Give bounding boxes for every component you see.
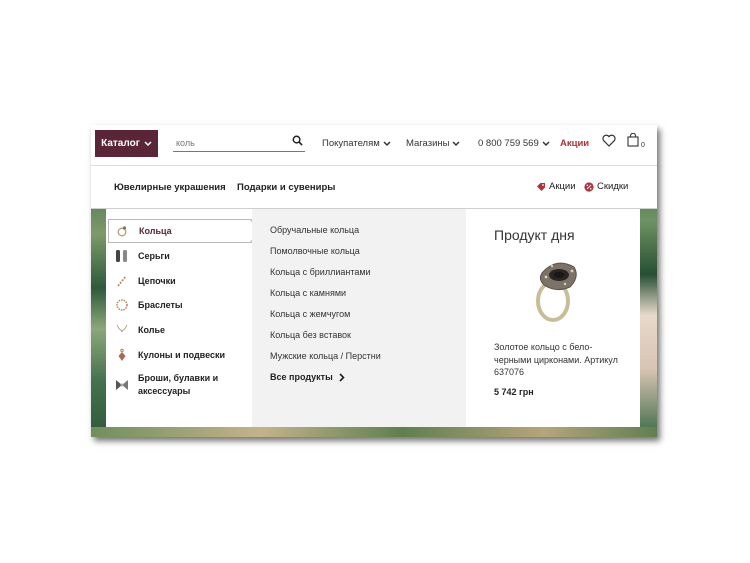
subcategory-link[interactable]: Кольца с жемчугом [270,309,350,319]
discounts-link[interactable]: Скидки [584,181,628,192]
category-item-chains[interactable]: Цепочки [108,270,251,292]
product-of-day-title: Продукт дня [494,227,575,243]
product-description: Золотое кольцо с бело-черными цирконами.… [494,342,618,377]
nav-promo[interactable]: Акции [560,138,589,149]
percent-badge-icon [584,181,594,192]
all-products-label: Все продукты [270,372,333,382]
catalog-button[interactable]: Каталог [95,130,158,157]
chevron-down-icon [383,140,391,146]
nav-buyers-label: Покупателям [322,138,380,149]
subcategory-link[interactable]: Обручальные кольца [270,225,359,235]
catalog-label: Каталог [101,138,140,149]
subcategory-link[interactable]: Кольца без вставок [270,330,351,340]
promotions-link[interactable]: Акции [536,181,576,192]
category-label: Кольца [139,225,172,236]
category-item-earrings[interactable]: Серьги [108,245,251,267]
discounts-label: Скидки [597,181,629,192]
nav-promo-label: Акции [560,138,590,149]
category-label: Броши, булавки и аксессуары [138,373,219,396]
earrings-icon [113,248,131,264]
subcategory-link[interactable]: Кольца с камнями [270,288,346,298]
search-box [173,133,305,152]
chain-icon [113,274,131,288]
nav-phone-label: 0 800 759 569 [478,138,539,149]
subcategory-link[interactable]: Помолвочные кольца [270,246,360,256]
nav-stores[interactable]: Магазины [406,138,461,149]
category-jewelry[interactable]: Ювелирные украшения [114,182,226,193]
category-label: Цепочки [138,275,176,286]
subcategory-link[interactable]: Кольца с бриллиантами [270,267,371,277]
promotions-label: Акции [549,181,576,192]
category-item-necklaces[interactable]: Колье [108,319,251,341]
category-item-rings[interactable]: Кольца [108,219,253,243]
product-ring-image[interactable] [534,253,580,325]
product-of-day-panel: Продукт дня Золотое кольцо с бело-черным… [466,209,640,427]
cart-count: 0 [641,142,645,149]
category-label: Колье [138,324,166,335]
category-label: Серьги [138,250,170,261]
pendant-icon [113,348,131,362]
search-input[interactable] [173,136,286,148]
category-label: Кулоны и подвески [138,349,226,360]
top-bar: Каталог Покупателям Магазины 0 800 759 5… [91,125,657,166]
necklace-icon [113,323,131,337]
category-gifts[interactable]: Подарки и сувениры [237,182,335,193]
nav-phone[interactable]: 0 800 759 569 [478,138,550,149]
category-item-brooches[interactable]: Броши, булавки и аксессуары [108,369,251,401]
heart-icon[interactable] [602,134,616,147]
category-label: Браслеты [138,299,183,310]
chevron-down-icon [144,140,152,146]
screenshot-frame: Каталог Покупателям Магазины 0 800 759 5… [91,125,657,437]
chevron-down-icon [452,140,461,146]
brooch-icon [113,378,131,392]
category-item-bracelets[interactable]: Браслеты [108,294,251,316]
all-products-link[interactable]: Все продукты [270,372,345,382]
ring-icon [114,224,132,238]
category-item-pendants[interactable]: Кулоны и подвески [108,344,251,366]
nav-stores-label: Магазины [406,138,450,149]
chevron-right-icon [339,372,345,382]
product-price: 5 742 грн [494,387,534,397]
subcategory-link[interactable]: Мужские кольца / Перстни [270,351,381,361]
background-decoration-bottom [91,427,657,437]
bracelet-icon [113,298,131,312]
shopping-bag-icon[interactable] [627,133,639,147]
tag-icon [537,182,545,191]
search-icon[interactable] [292,135,303,146]
chevron-down-icon [542,140,550,146]
category-menu: Кольца Серьги Цепочки Браслеты Колье Кул… [106,209,253,427]
category-bar: Ювелирные украшения Подарки и сувениры А… [91,166,657,209]
nav-buyers[interactable]: Покупателям [322,138,391,149]
subcategory-menu: Обручальные кольца Помолвочные кольца Ко… [252,209,466,427]
